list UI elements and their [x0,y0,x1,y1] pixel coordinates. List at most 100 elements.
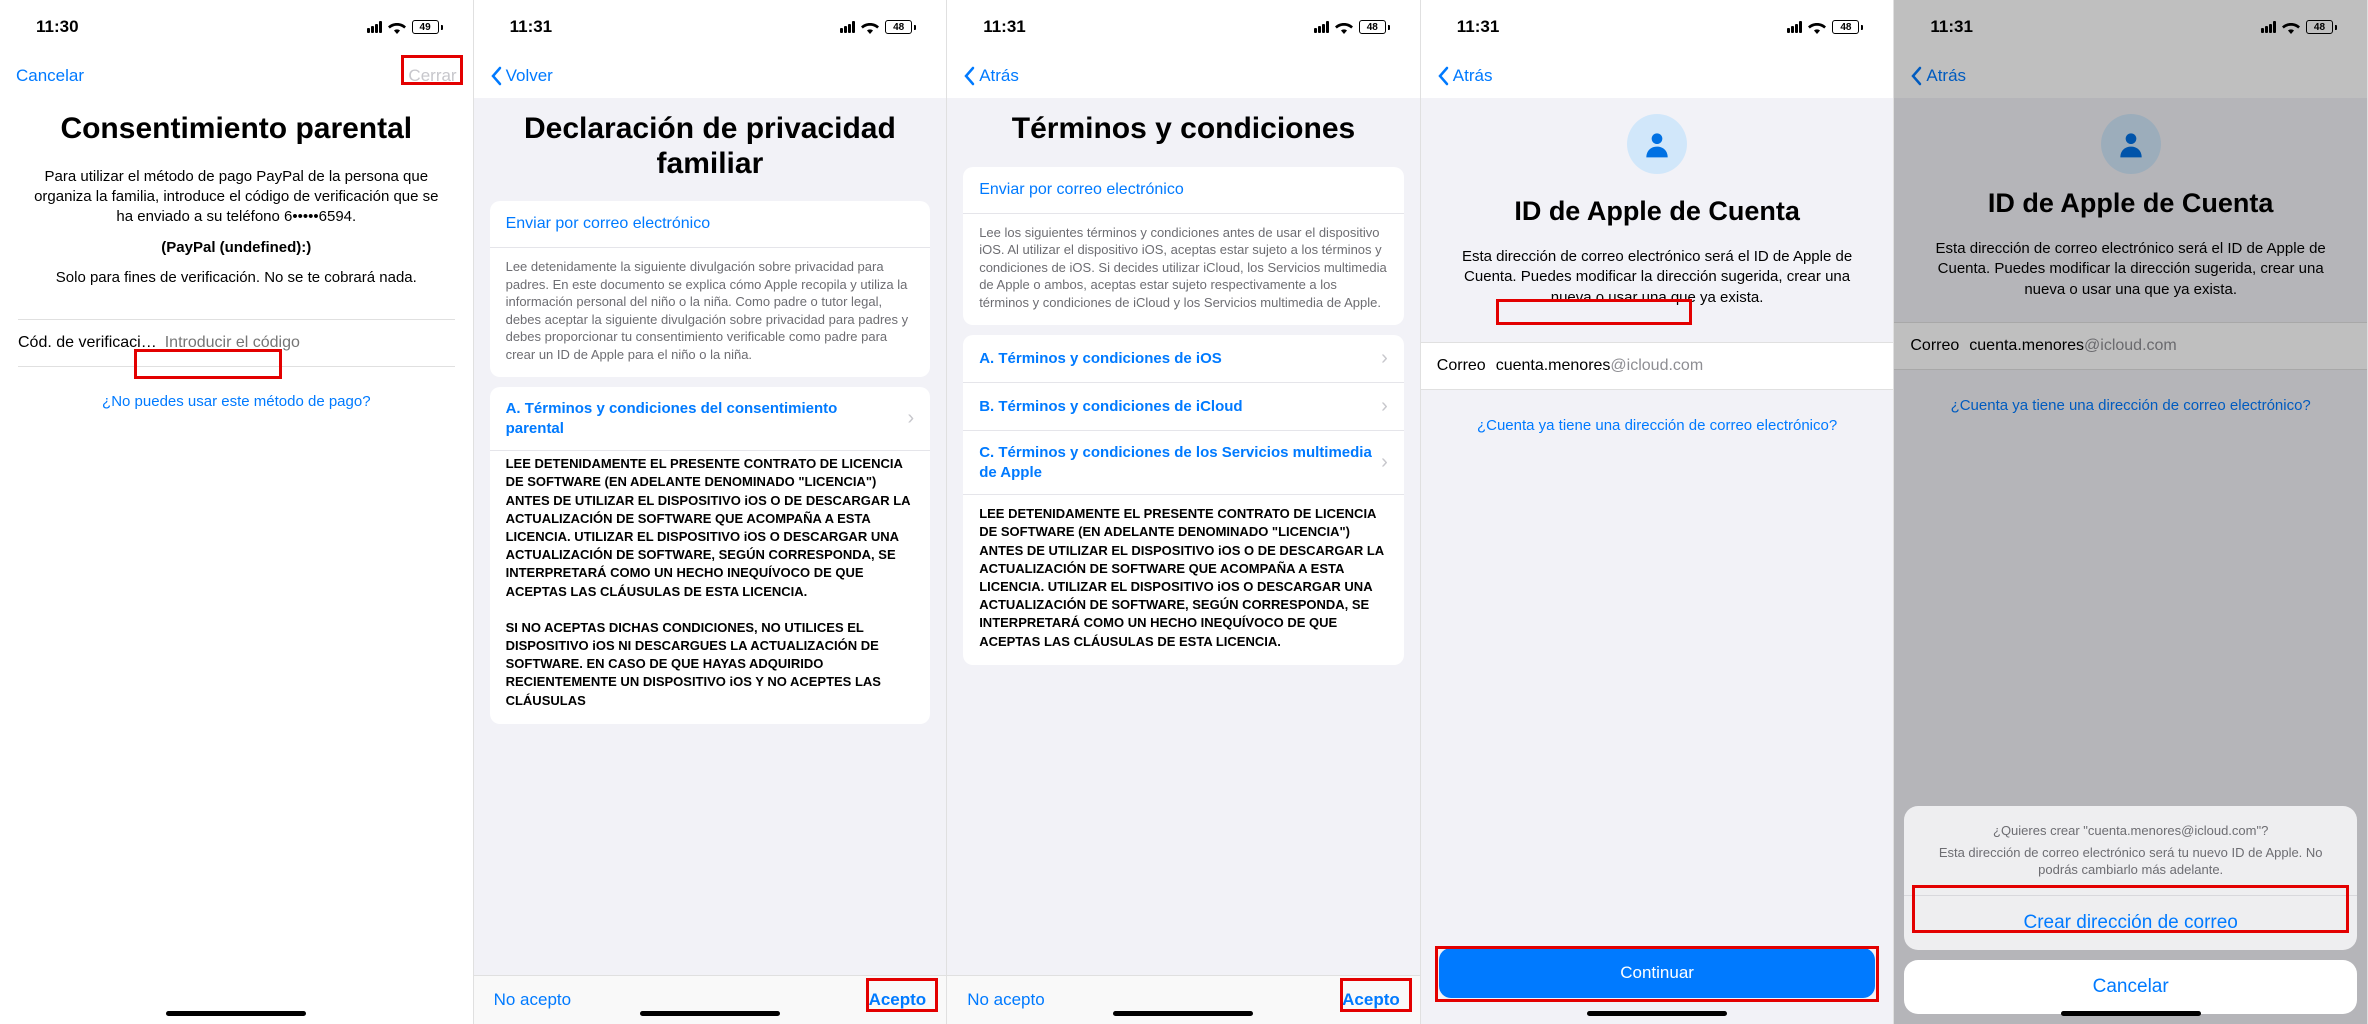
content: ID de Apple de Cuenta Esta dirección de … [1421,98,1894,1024]
accept-button[interactable]: Acepto [1342,990,1400,1010]
reject-button[interactable]: No acepto [967,990,1045,1010]
status-time: 11:31 [983,17,1026,37]
close-button[interactable]: Cerrar [408,66,456,86]
signal-icon [1787,21,1802,33]
battery-icon: 48 [1832,20,1863,34]
content[interactable]: Declaración de privacidad familiar Envia… [474,98,947,975]
toc-text: A. Términos y condiciones del consentimi… [506,399,900,438]
toc-text: C. Términos y condiciones de los Servici… [979,443,1373,482]
battery-icon: 48 [885,20,916,34]
home-indicator [640,1011,780,1016]
signal-icon [367,21,382,33]
signal-icon [840,21,855,33]
content[interactable]: Términos y condiciones Enviar por correo… [947,98,1420,975]
note-text: Solo para fines de verificación. No se t… [24,268,449,288]
home-indicator [1587,1011,1727,1016]
contract-text-1: LEE DETENIDAMENTE EL PRESENTE CONTRATO D… [490,451,931,615]
send-email-button[interactable]: Enviar por correo electrónico [490,201,931,248]
chevron-left-icon [963,66,975,86]
field-label: Cód. de verificaci… [18,334,157,352]
intro-text: Lee los siguientes términos y condicione… [963,214,1404,326]
battery-icon: 48 [1359,20,1390,34]
bottom-bar: No acepto Acepto [474,975,947,1024]
verification-input[interactable] [165,334,455,352]
action-sheet-overlay[interactable]: ¿Quieres crear "cuenta.menores@icloud.co… [1894,0,2367,1024]
reject-button[interactable]: No acepto [494,990,572,1010]
verification-field[interactable]: Cód. de verificaci… [18,319,455,367]
status-icons: 49 [367,20,443,34]
sheet-message: ¿Quieres crear "cuenta.menores@icloud.co… [1904,806,2357,896]
status-bar: 11:30 49 [0,0,473,54]
existing-email-link[interactable]: ¿Cuenta ya tiene una dirección de correo… [1421,416,1894,436]
status-bar: 11:31 48 [474,0,947,54]
create-email-button[interactable]: Crear dirección de correo [1904,896,2357,950]
signal-icon [1314,21,1329,33]
continue-button[interactable]: Continuar [1439,948,1876,998]
nav-bar: Atrás [947,54,1420,98]
card-toc: A. Términos y condiciones del consentimi… [490,387,931,723]
page-title: Consentimiento parental [18,112,455,147]
accept-button[interactable]: Acepto [869,990,927,1010]
sheet-body: Esta dirección de correo electrónico ser… [1924,844,2337,879]
toc-item[interactable]: B. Términos y condiciones de iCloud › [963,383,1404,431]
nav-bar: Atrás [1421,54,1894,98]
chevron-right-icon: › [908,407,915,430]
email-value: cuenta.menores@icloud.com [1496,357,1878,375]
back-button[interactable]: Atrás [963,66,1019,86]
wifi-icon [1335,21,1353,34]
battery-icon: 49 [412,20,443,34]
nav-bar: Volver [474,54,947,98]
status-time: 11:30 [36,17,79,37]
chevron-right-icon: › [1381,347,1388,370]
avatar-icon [1627,114,1687,174]
status-icons: 48 [1787,20,1863,34]
page-title: Declaración de privacidad familiar [474,112,947,181]
back-label: Atrás [979,66,1019,86]
back-label: Atrás [1453,66,1493,86]
toc-text: A. Términos y condiciones de iOS [979,349,1373,369]
body-text: Para utilizar el método de pago PayPal d… [24,167,449,228]
back-button[interactable]: Atrás [1437,66,1493,86]
toc-text: B. Términos y condiciones de iCloud [979,397,1373,417]
send-email-button[interactable]: Enviar por correo electrónico [963,167,1404,214]
cancel-button[interactable]: Cancelar [16,66,84,86]
phone-5: 11:31 48 Atrás ID de Apple de Cuenta Est… [1894,0,2368,1024]
sheet-title: ¿Quieres crear "cuenta.menores@icloud.co… [1924,822,2337,840]
chevron-right-icon: › [1381,395,1388,418]
toc-item[interactable]: A. Términos y condiciones del consentimi… [490,387,931,451]
phone-3: 11:31 48 Atrás Términos y condiciones En… [947,0,1421,1024]
body-text: Esta dirección de correo electrónico ser… [1427,247,1888,308]
status-time: 11:31 [1457,17,1500,37]
wifi-icon [388,21,406,34]
chevron-left-icon [490,66,502,86]
back-button[interactable]: Volver [490,66,553,86]
chevron-right-icon: › [1381,451,1388,474]
status-time: 11:31 [510,17,553,37]
wifi-icon [1808,21,1826,34]
status-icons: 48 [840,20,916,34]
content: Consentimiento parental Para utilizar el… [0,98,473,1024]
back-label: Volver [506,66,553,86]
chevron-left-icon [1437,66,1449,86]
card-email: Enviar por correo electrónico Lee los si… [963,167,1404,326]
email-field[interactable]: Correo cuenta.menores@icloud.com [1421,342,1894,390]
toc-item[interactable]: A. Términos y condiciones de iOS › [963,335,1404,383]
phone-2: 11:31 48 Volver Declaración de privacida… [474,0,948,1024]
phone-1: 11:30 49 Cancelar Cerrar Consentimiento … [0,0,474,1024]
paypal-label: (PayPal (undefined):) [18,239,455,256]
home-indicator [166,1011,306,1016]
card-email: Enviar por correo electrónico Lee deteni… [490,201,931,377]
home-indicator [1113,1011,1253,1016]
sheet-cancel-button[interactable]: Cancelar [1904,960,2357,1014]
action-sheet: ¿Quieres crear "cuenta.menores@icloud.co… [1904,806,2357,950]
intro-text: Lee detenidamente la siguiente divulgaci… [490,248,931,377]
contract-text: LEE DETENIDAMENTE EL PRESENTE CONTRATO D… [963,501,1404,665]
contract-text-2: SI NO ACEPTAS DICHAS CONDICIONES, NO UTI… [490,615,931,724]
status-bar: 11:31 48 [1421,0,1894,54]
toc-item[interactable]: C. Términos y condiciones de los Servici… [963,431,1404,495]
email-label: Correo [1437,357,1486,375]
page-title: ID de Apple de Cuenta [1421,196,1894,227]
avatar-wrap [1421,114,1894,174]
help-link[interactable]: ¿No puedes usar este método de pago? [18,393,455,410]
nav-bar: Cancelar Cerrar [0,54,473,98]
